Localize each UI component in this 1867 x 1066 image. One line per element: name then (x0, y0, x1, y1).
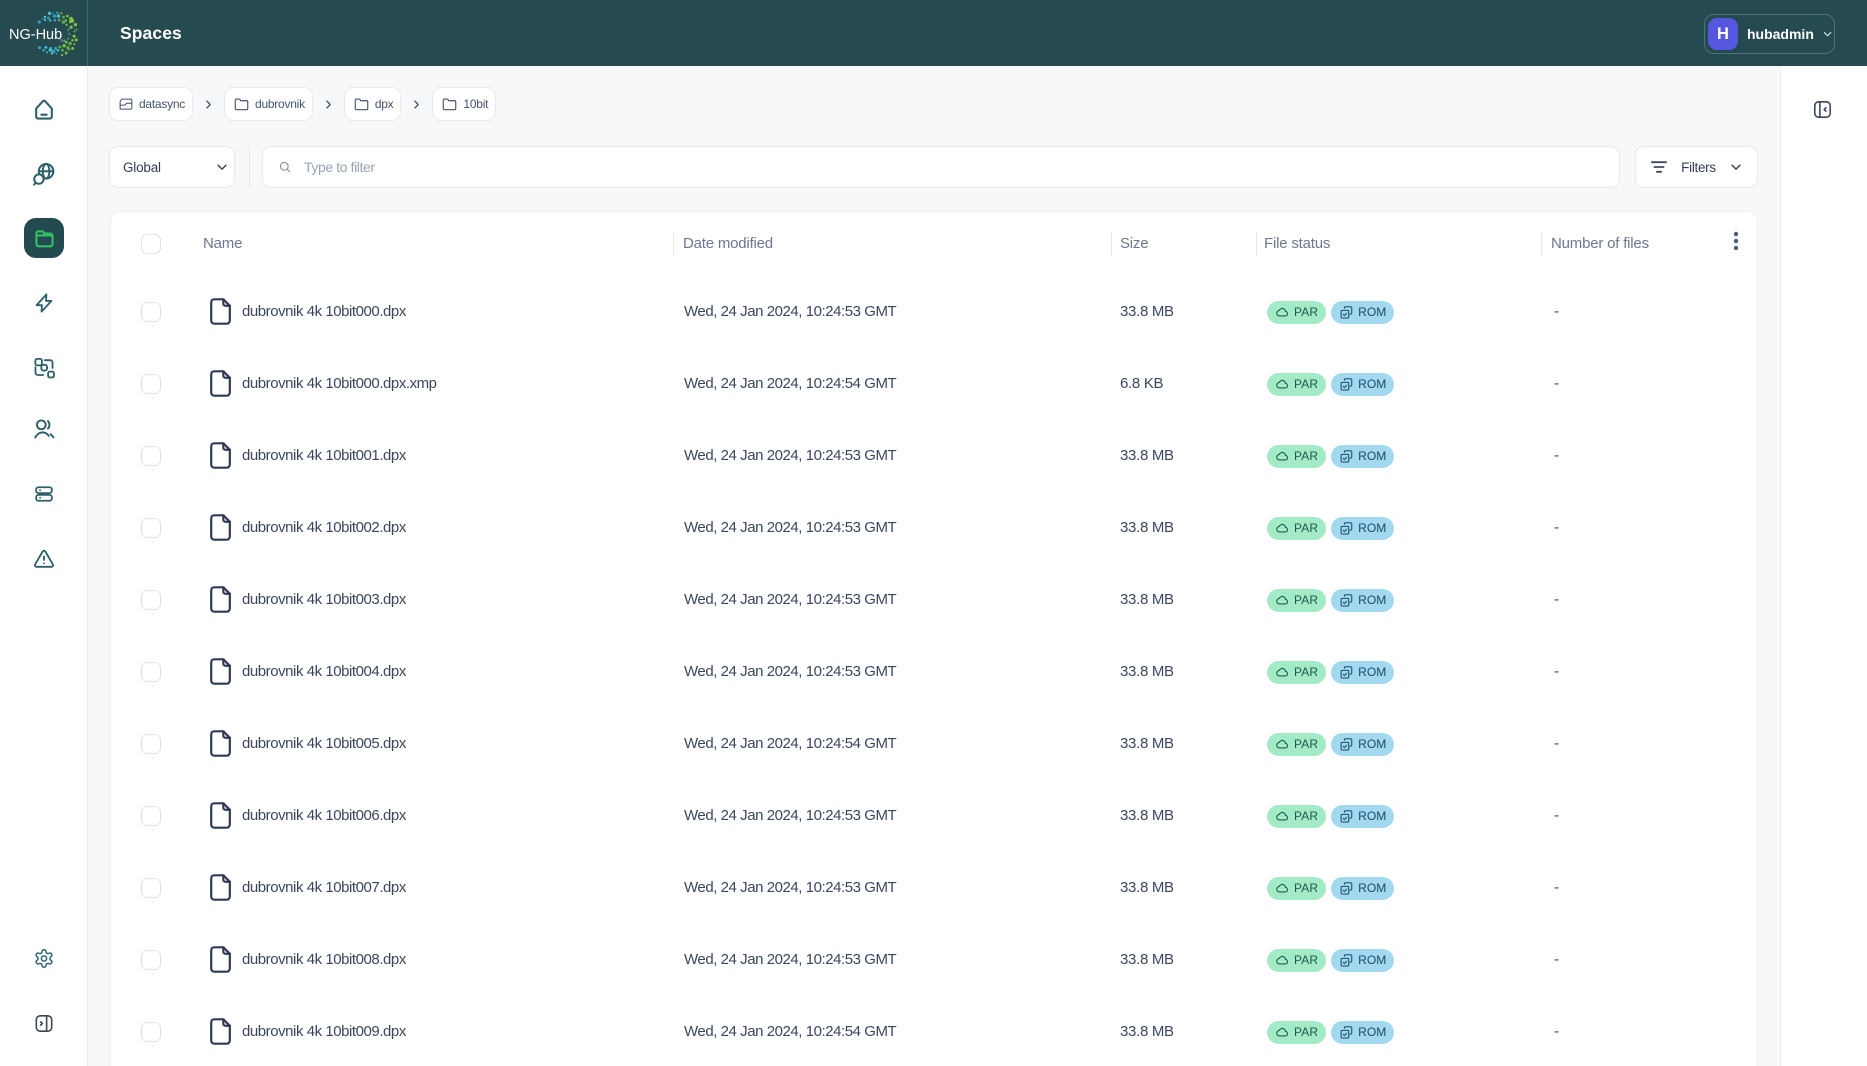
svg-text:NG-Hub: NG-Hub (9, 27, 62, 43)
svg-text:TM: TM (60, 39, 65, 43)
